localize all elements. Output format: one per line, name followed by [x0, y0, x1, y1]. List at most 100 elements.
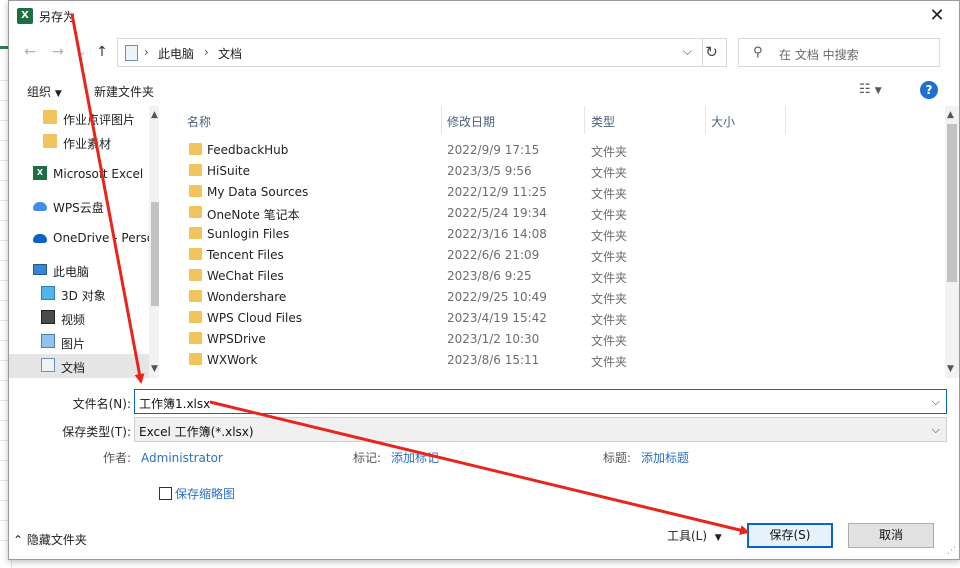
author-label: 作者:	[103, 451, 132, 465]
chevron-up-icon: ⌃	[13, 533, 24, 547]
file-row[interactable]: My Data Sources 2022/12/9 11:25 文件夹	[165, 182, 945, 203]
file-row[interactable]: FeedbackHub 2022/9/9 17:15 文件夹	[165, 140, 945, 161]
file-row[interactable]: WPSDrive 2023/1/2 10:30 文件夹	[165, 329, 945, 350]
column-header-name[interactable]: 名称	[187, 113, 211, 130]
filename-input[interactable]: 工作簿1.xlsx ⌵	[134, 389, 947, 414]
column-divider[interactable]	[441, 106, 442, 134]
file-type: 文件夹	[591, 208, 628, 222]
help-icon[interactable]: ?	[920, 81, 938, 99]
column-header-date[interactable]: 修改日期	[447, 113, 495, 130]
scroll-thumb[interactable]	[947, 124, 957, 282]
file-name: OneNote 笔记本	[207, 208, 300, 222]
title-field: 标题: 添加标题	[603, 449, 689, 467]
sidebar-item-label: 视频	[61, 313, 86, 327]
file-date: 2023/4/19 15:42	[447, 311, 547, 325]
folder-icon	[189, 290, 202, 302]
column-divider[interactable]	[705, 106, 706, 134]
file-date: 2023/1/2 10:30	[447, 332, 540, 346]
back-arrow-icon[interactable]: ←	[21, 43, 39, 61]
sidebar-item-pictures[interactable]: 图片	[9, 330, 149, 354]
filetype-select[interactable]: Excel 工作簿(*.xlsx) ⌵	[134, 417, 947, 442]
column-header-type[interactable]: 类型	[591, 113, 615, 130]
file-name: My Data Sources	[207, 185, 309, 199]
sidebar-item-label: WPS云盘	[53, 201, 104, 215]
dialog-title: 另存为	[39, 10, 76, 24]
folder-icon	[189, 185, 202, 197]
folder-icon	[189, 227, 202, 239]
file-name: FeedbackHub	[207, 143, 289, 157]
file-name: WPS Cloud Files	[207, 311, 302, 325]
scroll-down-icon[interactable]: ▼	[151, 364, 158, 374]
video-icon	[41, 310, 55, 324]
forward-arrow-icon[interactable]: →	[49, 43, 67, 61]
sidebar-item-microsoft-excel[interactable]: X Microsoft Excel	[9, 162, 149, 186]
column-divider[interactable]	[785, 106, 786, 134]
scroll-thumb[interactable]	[151, 202, 159, 306]
organize-button[interactable]: 组织 ▼	[27, 83, 62, 100]
cube-icon	[41, 286, 55, 300]
file-row[interactable]: HiSuite 2023/3/5 9:56 文件夹	[165, 161, 945, 182]
close-icon[interactable]: ✕	[925, 4, 949, 28]
up-arrow-icon[interactable]: ↑	[93, 43, 111, 61]
file-type: 文件夹	[591, 229, 628, 243]
breadcrumb-documents[interactable]: 文档	[218, 45, 242, 62]
sidebar-item-onedrive[interactable]: OneDrive - Perso	[9, 226, 154, 250]
file-row[interactable]: Tencent Files 2022/6/6 21:09 文件夹	[165, 245, 945, 266]
file-name: WeChat Files	[207, 269, 284, 283]
column-header-size[interactable]: 大小	[711, 113, 735, 130]
scroll-down-icon[interactable]: ▼	[947, 364, 954, 374]
sidebar-item-3d-objects[interactable]: 3D 对象	[9, 282, 149, 306]
author-value[interactable]: Administrator	[141, 451, 223, 465]
chevron-down-icon[interactable]: ⌵	[683, 44, 692, 59]
scroll-up-icon[interactable]: ▲	[947, 110, 954, 120]
file-list-header: ^ 名称 修改日期 类型 大小	[165, 106, 945, 134]
file-row[interactable]: OneNote 笔记本 2022/5/24 19:34 文件夹	[165, 203, 945, 224]
file-row[interactable]: WXWork 2023/8/6 15:11 文件夹	[165, 350, 945, 371]
folder-icon	[189, 143, 202, 155]
filename-row: 文件名(N): 工作簿1.xlsx ⌵	[9, 389, 959, 415]
recent-locations-icon[interactable]: ⌄	[73, 43, 91, 61]
sidebar-item-label: 此电脑	[53, 265, 90, 279]
save-thumbnail-checkbox[interactable]	[159, 487, 172, 500]
file-row[interactable]: WeChat Files 2023/8/6 9:25 文件夹	[165, 266, 945, 287]
tools-button[interactable]: 工具(L) ▼	[667, 527, 722, 544]
column-divider[interactable]	[584, 106, 585, 134]
chevron-down-icon[interactable]: ⌵	[932, 423, 940, 437]
cancel-button[interactable]: 取消	[848, 523, 934, 548]
sidebar-item-homework-review-pictures[interactable]: 作业点评图片	[9, 106, 149, 130]
file-row[interactable]: WPS Cloud Files 2023/4/19 15:42 文件夹	[165, 308, 945, 329]
search-box[interactable]: ⚲ 在 文档 中搜索	[738, 38, 940, 67]
new-folder-button[interactable]: 新建文件夹	[94, 83, 154, 100]
sidebar-item-wps-cloud[interactable]: WPS云盘	[9, 194, 149, 218]
file-type: 文件夹	[591, 250, 628, 264]
sidebar-item-videos[interactable]: 视频	[9, 306, 149, 330]
sidebar-item-homework-materials[interactable]: 作业素材	[9, 130, 149, 154]
refresh-icon[interactable]: ↻	[697, 38, 727, 67]
sidebar-item-this-pc[interactable]: 此电脑	[9, 258, 149, 282]
file-row[interactable]: Wondershare 2022/9/25 10:49 文件夹	[165, 287, 945, 308]
file-type: 文件夹	[591, 355, 628, 369]
title-value[interactable]: 添加标题	[641, 451, 689, 465]
save-thumbnail-label: 保存缩略图	[175, 487, 236, 501]
view-options-icon[interactable]: ☷ ▼	[859, 82, 882, 97]
breadcrumb-this-pc[interactable]: 此电脑	[158, 45, 194, 62]
document-location-icon	[125, 45, 138, 61]
scroll-up-icon[interactable]: ▲	[151, 110, 158, 120]
filename-value: 工作簿1.xlsx	[139, 397, 211, 411]
filetype-row: 保存类型(T): Excel 工作簿(*.xlsx) ⌵	[9, 417, 959, 443]
file-list-scrollbar[interactable]: ▲ ▼	[945, 106, 959, 378]
save-button[interactable]: 保存(S)	[747, 523, 833, 548]
chevron-right-icon: ›	[204, 45, 209, 59]
chevron-down-icon[interactable]: ⌵	[932, 395, 940, 409]
address-bar[interactable]: › 此电脑 › 文档 ⌵	[117, 38, 703, 67]
sidebar-scrollbar[interactable]: ▲ ▼	[149, 106, 159, 378]
file-date: 2023/8/6 15:11	[447, 353, 540, 367]
file-row[interactable]: Sunlogin Files 2022/3/16 14:08 文件夹	[165, 224, 945, 245]
file-date: 2023/8/6 9:25	[447, 269, 532, 283]
hide-folders-button[interactable]: ⌃ 隐藏文件夹	[13, 531, 87, 548]
tags-value[interactable]: 添加标记	[391, 451, 439, 465]
tags-label: 标记:	[353, 451, 382, 465]
resize-grip-icon[interactable]: ⋰	[947, 546, 956, 556]
sort-ascending-icon: ^	[306, 106, 314, 113]
sidebar-item-documents[interactable]: 文档	[9, 354, 149, 378]
